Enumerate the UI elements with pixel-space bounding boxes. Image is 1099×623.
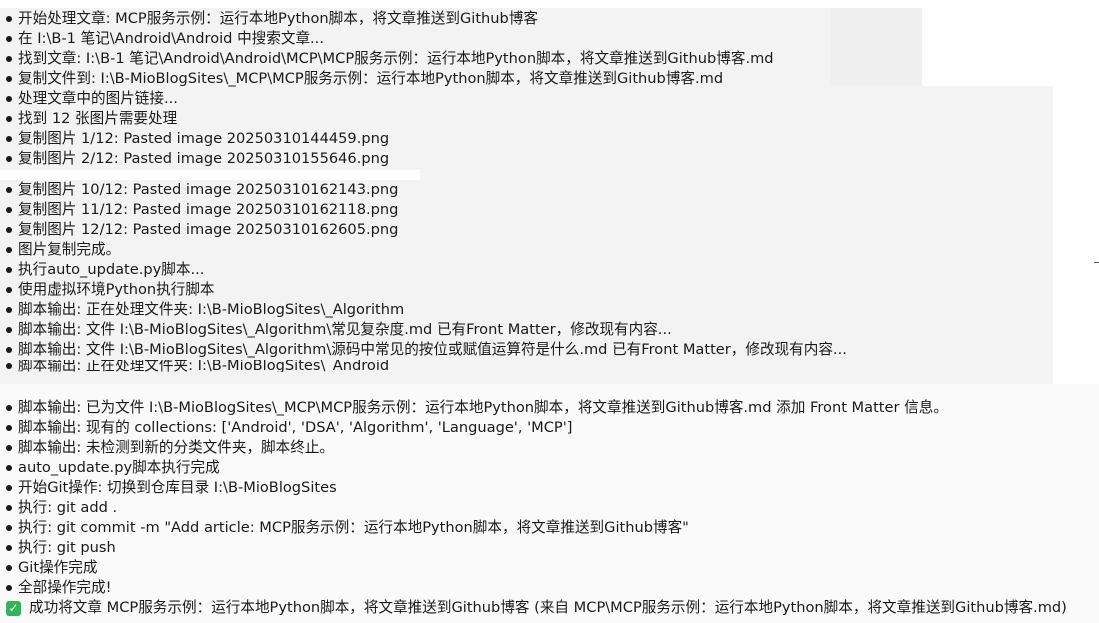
bullet-icon [6, 16, 12, 22]
log-list-bottom: 脚本输出: 已为文件 I:\B-MioBlogSites\_MCP\MCP服务示… [6, 398, 1067, 618]
log-line: 开始Git操作: 切换到仓库目录 I:\B-MioBlogSites [6, 478, 1067, 498]
success-line: ✓ 成功将文章 MCP服务示例：运行本地Python脚本，将文章推送到Github… [6, 598, 1067, 618]
resize-handle[interactable] [1094, 262, 1099, 263]
log-line: 执行auto_update.py脚本... [6, 260, 847, 280]
bullet-icon [6, 525, 12, 531]
log-line: 开始处理文章: MCP服务示例：运行本地Python脚本，将文章推送到Githu… [6, 9, 774, 29]
bullet-icon [6, 156, 12, 162]
bullet-icon [6, 585, 12, 591]
log-line: 脚本输出: 文件 I:\B-MioBlogSites\_Algorithm\源码… [6, 340, 847, 360]
bullet-icon [6, 565, 12, 571]
bullet-icon [6, 545, 12, 551]
log-line: 复制图片 1/12: Pasted image 20250310144459.p… [6, 129, 774, 149]
log-line: 找到 12 张图片需要处理 [6, 109, 774, 129]
bullet-icon [6, 76, 12, 82]
check-mark-icon: ✓ [6, 600, 21, 616]
log-line: 在 I:\B-1 笔记\Android\Android 中搜索文章... [6, 29, 774, 49]
bullet-icon [6, 405, 12, 411]
log-list-top: 开始处理文章: MCP服务示例：运行本地Python脚本，将文章推送到Githu… [6, 9, 774, 169]
log-line: 复制图片 12/12: Pasted image 20250310162605.… [6, 220, 847, 240]
bullet-icon [6, 425, 12, 431]
log-line: 复制文件到: I:\B-MioBlogSites\_MCP\MCP服务示例：运行… [6, 69, 774, 89]
bullet-icon [6, 56, 12, 62]
log-line: 执行: git add . [6, 498, 1067, 518]
bullet-icon [6, 116, 12, 122]
bullet-icon [6, 363, 12, 369]
log-line: 脚本输出: 已为文件 I:\B-MioBlogSites\_MCP\MCP服务示… [6, 398, 1067, 418]
bullet-icon [6, 207, 12, 213]
bullet-icon [6, 327, 12, 333]
log-line: 复制图片 10/12: Pasted image 20250310162143.… [6, 180, 847, 200]
log-line: 执行: git commit -m "Add article: MCP服务示例：… [6, 518, 1067, 538]
log-line: 脚本输出: 未检测到新的分类文件夹，脚本终止。 [6, 438, 1067, 458]
bullet-icon [6, 187, 12, 193]
panel-seam [0, 170, 420, 180]
bullet-icon [6, 287, 12, 293]
log-line: auto_update.py脚本执行完成 [6, 458, 1067, 478]
bullet-icon [6, 136, 12, 142]
log-line: 脚本输出: 文件 I:\B-MioBlogSites\_Algorithm\常见… [6, 320, 847, 340]
bullet-icon [6, 505, 12, 511]
log-line: 使用虚拟环境Python执行脚本 [6, 280, 847, 300]
log-line-clipped: 脚本输出: 正在处理文件夹: I:\B-MioBlogSites\_Androi… [6, 360, 847, 372]
log-list-middle: 复制图片 10/12: Pasted image 20250310162143.… [6, 180, 847, 372]
bullet-icon [6, 307, 12, 313]
bullet-icon [6, 267, 12, 273]
bullet-icon [6, 36, 12, 42]
bullet-icon [6, 247, 12, 253]
log-line: 全部操作完成! [6, 578, 1067, 598]
log-line: 图片复制完成。 [6, 240, 847, 260]
log-line: 脚本输出: 正在处理文件夹: I:\B-MioBlogSites\_Algori… [6, 300, 847, 320]
bullet-icon [6, 445, 12, 451]
bullet-icon [6, 347, 12, 353]
log-line: 处理文章中的图片链接... [6, 89, 774, 109]
log-line: Git操作完成 [6, 558, 1067, 578]
bullet-icon [6, 96, 12, 102]
log-line: 执行: git push [6, 538, 1067, 558]
log-line: 脚本输出: 现有的 collections: ['Android', 'DSA'… [6, 418, 1067, 438]
log-line: 找到文章: I:\B-1 笔记\Android\Android\MCP\MCP服… [6, 49, 774, 69]
bullet-icon [6, 465, 12, 471]
log-line: 复制图片 2/12: Pasted image 20250310155646.p… [6, 149, 774, 169]
bullet-icon [6, 227, 12, 233]
bullet-icon [6, 485, 12, 491]
log-line: 复制图片 11/12: Pasted image 20250310162118.… [6, 200, 847, 220]
log-panel-corner [830, 8, 922, 86]
